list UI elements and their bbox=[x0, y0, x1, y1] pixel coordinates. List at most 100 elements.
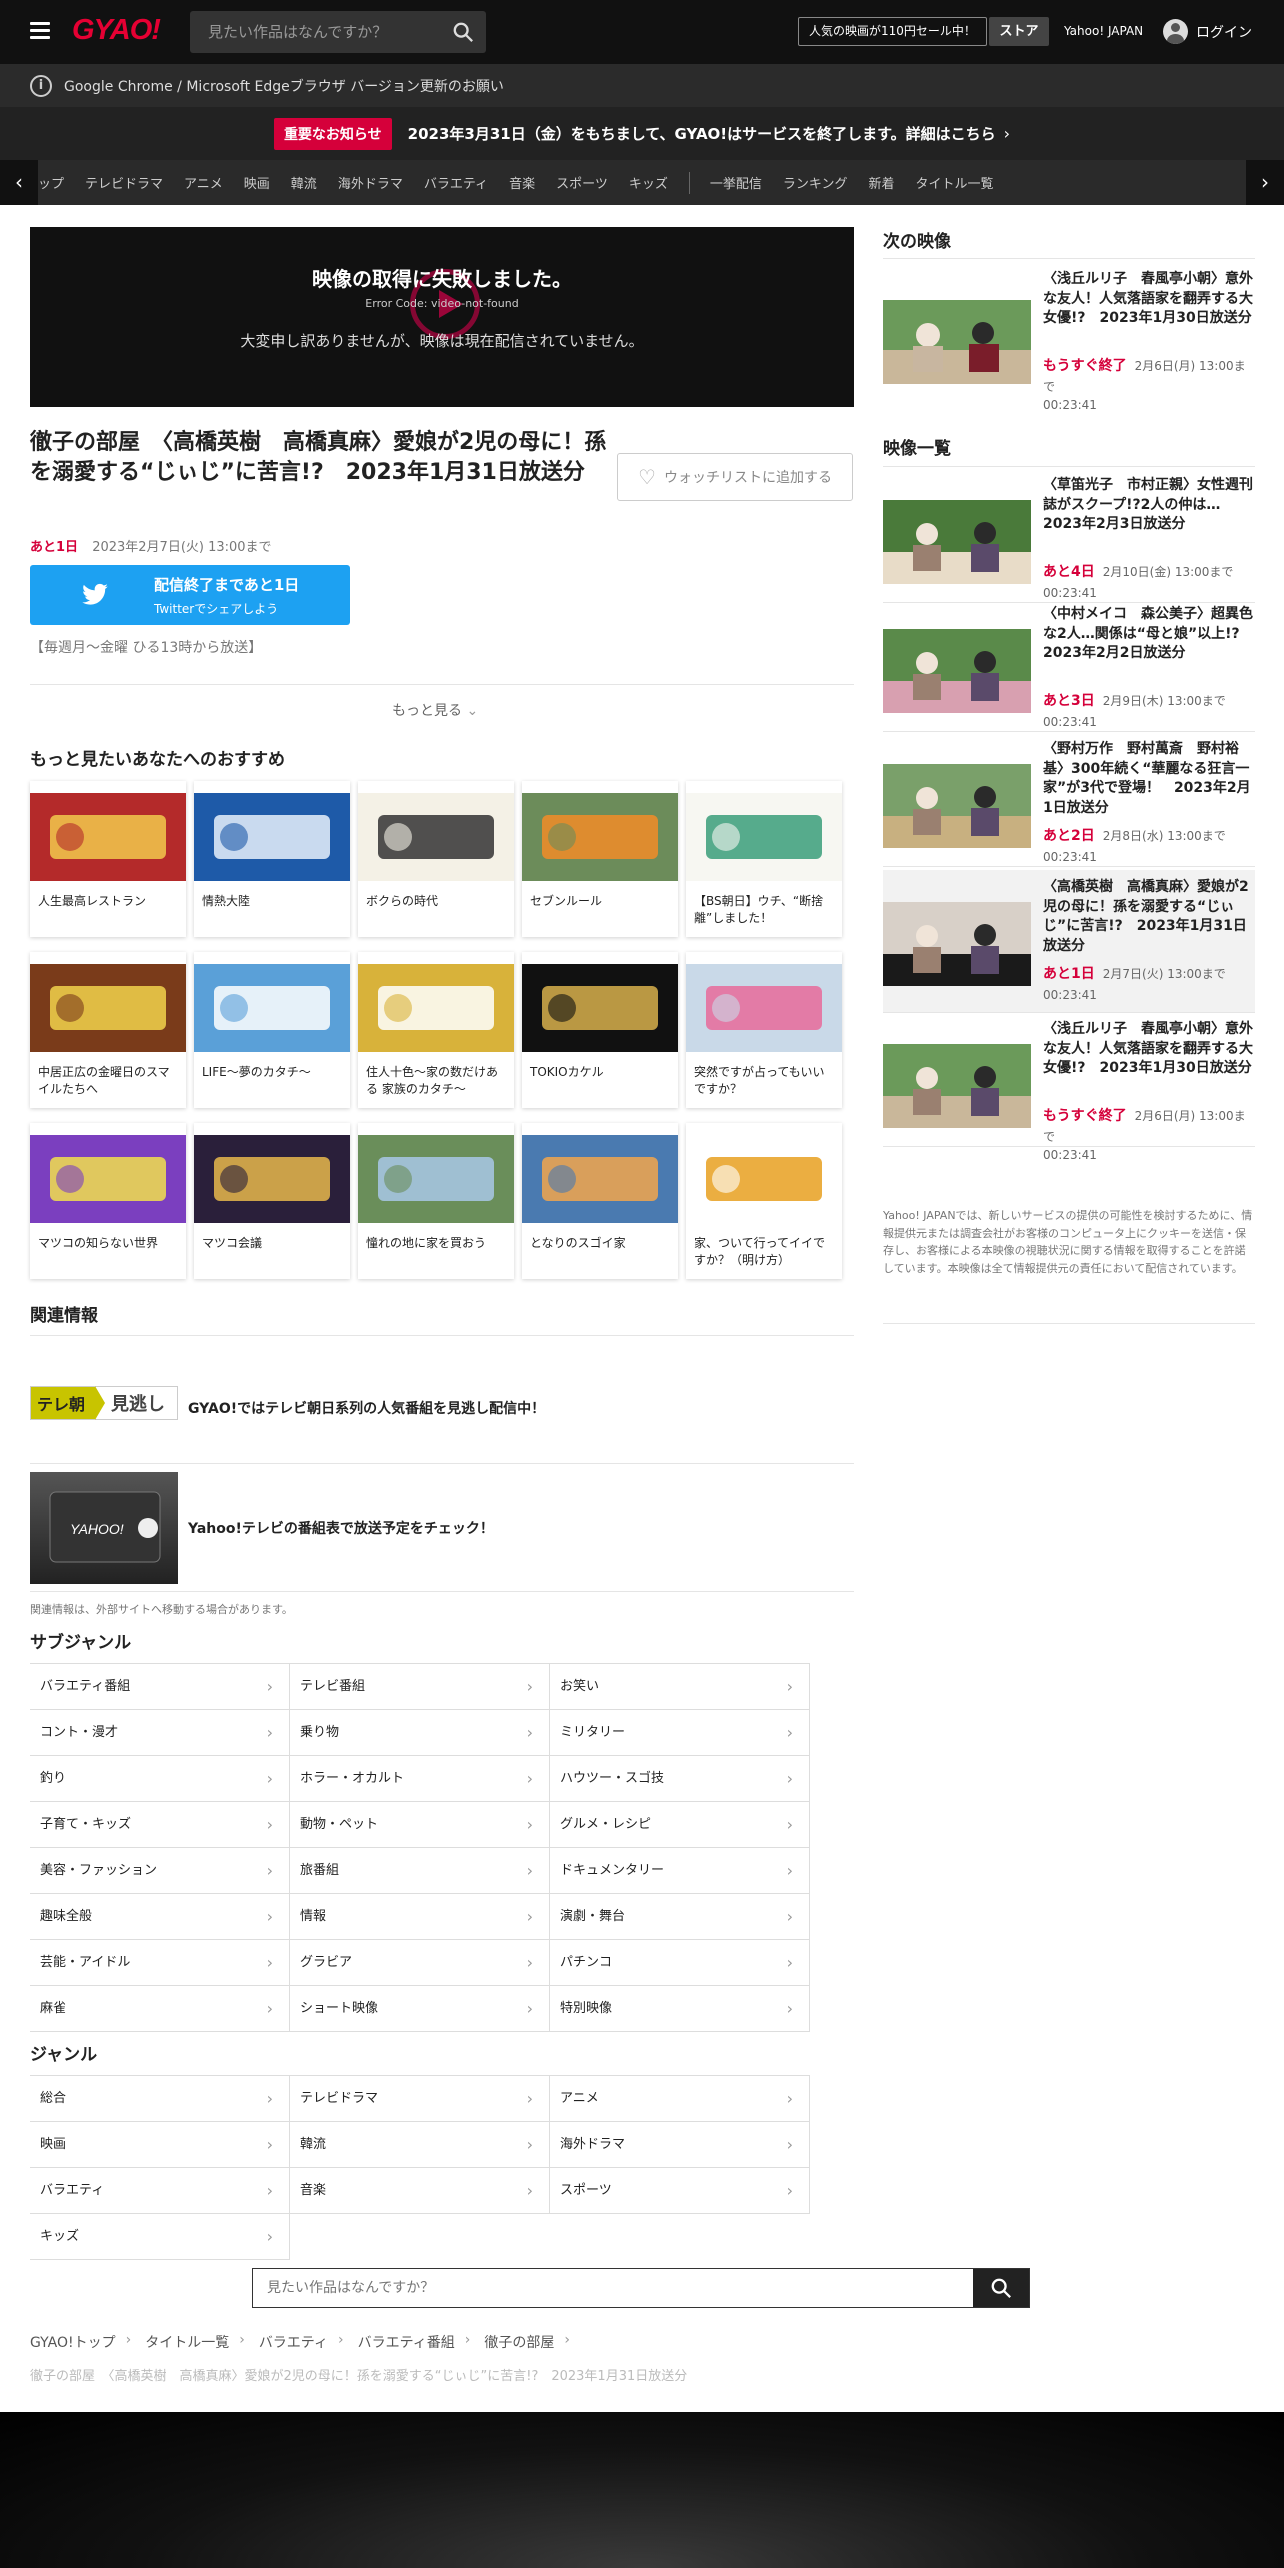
category-item[interactable]: キッズ bbox=[629, 173, 668, 192]
breadcrumb-link[interactable]: GYAO!トップ bbox=[30, 2332, 116, 2352]
recommend-card[interactable]: 【BS朝日】ウチ、“断捨離”しました！ bbox=[686, 781, 842, 937]
category-item[interactable]: アニメ bbox=[184, 173, 223, 192]
more-button[interactable]: もっと見る ⌄ bbox=[392, 700, 478, 720]
category-item[interactable]: ランキング bbox=[783, 173, 848, 192]
yahoo-japan-link[interactable]: Yahoo! JAPAN bbox=[1064, 24, 1143, 38]
search-icon[interactable] bbox=[452, 21, 474, 43]
related-item[interactable]: YAHOO! Yahoo!テレビの番組表で放送予定をチェック！ bbox=[30, 1472, 854, 1584]
watchlist-button[interactable]: ♡ ウォッチリストに追加する bbox=[617, 453, 853, 501]
subgenre-link[interactable]: グラビア › bbox=[290, 1940, 550, 1986]
subgenre-link[interactable]: ドキュメンタリー › bbox=[550, 1848, 810, 1894]
genre-link[interactable]: 総合 › bbox=[30, 2076, 290, 2122]
chevron-right-icon: › bbox=[786, 1769, 793, 1788]
category-item[interactable]: ップ bbox=[38, 173, 64, 192]
breadcrumb-link[interactable]: バラエティ番組 bbox=[358, 2332, 455, 2352]
nav-prev-icon[interactable]: ‹ bbox=[0, 160, 38, 205]
subgenre-link[interactable]: コント・漫才 › bbox=[30, 1710, 290, 1756]
category-nav: ‹ ップ テレビドラマ アニメ 映画 韓流 海外ドラマ バラエティ 音楽 スポーツ キッズ 一挙配信… bbox=[0, 160, 1284, 205]
breadcrumb-link[interactable]: タイトル一覧 bbox=[145, 2332, 229, 2352]
recommend-card[interactable]: 突然ですが占ってもいいですか？ bbox=[686, 952, 842, 1108]
genre-link[interactable]: 映画 › bbox=[30, 2122, 290, 2168]
subgenre-link[interactable]: 趣味全般 › bbox=[30, 1894, 290, 1940]
breadcrumb-link[interactable]: バラエティ bbox=[259, 2332, 328, 2352]
chevron-right-icon: › bbox=[786, 2135, 793, 2154]
video-player[interactable]: 映像の取得に失敗しました。 Error Code: video-not-foun… bbox=[30, 227, 854, 407]
category-item[interactable]: スポーツ bbox=[556, 173, 608, 192]
genre-link[interactable]: スポーツ › bbox=[550, 2168, 810, 2214]
recommend-card[interactable]: となりのスゴイ家 bbox=[522, 1123, 678, 1279]
genre-link[interactable]: 音楽 › bbox=[290, 2168, 550, 2214]
subgenre-link[interactable]: 特別映像 › bbox=[550, 1986, 810, 2032]
subgenre-link[interactable]: 情報 › bbox=[290, 1894, 550, 1940]
subgenre-link[interactable]: 美容・ファッション › bbox=[30, 1848, 290, 1894]
recommend-card[interactable]: 人生最高レストラン bbox=[30, 781, 186, 937]
genre-link[interactable]: アニメ › bbox=[550, 2076, 810, 2122]
subgenre-link[interactable]: 演劇・舞台 › bbox=[550, 1894, 810, 1940]
subgenre-link[interactable]: パチンコ › bbox=[550, 1940, 810, 1986]
category-item[interactable]: タイトル一覧 bbox=[916, 173, 994, 192]
twitter-share-button[interactable]: 配信終了まであと1日 Twitterでシェアしよう bbox=[30, 565, 350, 625]
video-thumbnail bbox=[883, 1044, 1031, 1128]
subgenre-link[interactable]: バラエティ番組 › bbox=[30, 1664, 290, 1710]
recommend-card[interactable]: TOKIOカケル bbox=[522, 952, 678, 1108]
category-item[interactable]: 映画 bbox=[244, 173, 270, 192]
subgenre-link[interactable]: ミリタリー › bbox=[550, 1710, 810, 1756]
category-item[interactable]: バラエティ bbox=[424, 173, 488, 192]
subgenre-link[interactable]: グルメ・レシピ › bbox=[550, 1802, 810, 1848]
subgenre-link[interactable]: ホラー・オカルト › bbox=[290, 1756, 550, 1802]
breadcrumb-link[interactable]: 徹子の部屋 bbox=[484, 2332, 554, 2352]
related-item[interactable]: テレ朝 見逃し GYAO!ではテレビ朝日系列の人気番組を見逃し配信中！ bbox=[30, 1352, 854, 1464]
bottom-search-input[interactable] bbox=[253, 2269, 974, 2307]
recommend-card[interactable]: 情熱大陸 bbox=[194, 781, 350, 937]
bottom-search-button[interactable] bbox=[973, 2269, 1029, 2307]
divider bbox=[30, 684, 854, 685]
category-item[interactable]: 海外ドラマ bbox=[338, 173, 403, 192]
recommend-card[interactable]: セブンルール bbox=[522, 781, 678, 937]
genre-link[interactable]: 海外ドラマ › bbox=[550, 2122, 810, 2168]
recommend-card[interactable]: 憧れの地に家を買おう bbox=[358, 1123, 514, 1279]
genre-link[interactable]: バラエティ › bbox=[30, 2168, 290, 2214]
subgenre-link[interactable]: 麻雀 › bbox=[30, 1986, 290, 2032]
category-item[interactable]: 音楽 bbox=[509, 173, 535, 192]
subgenre-link[interactable]: 芸能・アイドル › bbox=[30, 1940, 290, 1986]
recommend-card[interactable]: マツコ会議 bbox=[194, 1123, 350, 1279]
login-button[interactable]: ログイン bbox=[1163, 19, 1252, 44]
subgenre-link[interactable]: 動物・ペット › bbox=[290, 1802, 550, 1848]
recommend-card[interactable]: マツコの知らない世界 bbox=[30, 1123, 186, 1279]
browser-notice[interactable]: i Google Chrome / Microsoft Edgeブラウザ バージ… bbox=[0, 64, 1284, 107]
subgenre-link[interactable]: ハウツー・スゴ技 › bbox=[550, 1756, 810, 1802]
subgenre-label: 麻雀 bbox=[40, 2001, 67, 2016]
subgenre-link[interactable]: 子育て・キッズ › bbox=[30, 1802, 290, 1848]
recommend-card[interactable]: ボクらの時代 bbox=[358, 781, 514, 937]
chevron-right-icon: › bbox=[526, 1953, 533, 1972]
promo-button[interactable]: 人気の映画が110円セール中！ bbox=[798, 17, 987, 46]
subgenre-label: ミリタリー bbox=[560, 1725, 626, 1740]
recommend-title: 情熱大陸 bbox=[202, 894, 251, 908]
recommend-card[interactable]: LIFE～夢のカタチ～ bbox=[194, 952, 350, 1108]
genre-link[interactable]: 韓流 › bbox=[290, 2122, 550, 2168]
subgenre-link[interactable]: 乗り物 › bbox=[290, 1710, 550, 1756]
video-list-item[interactable]: 〈高橋英樹 高橋真麻〉愛娘が2児の母に！孫を溺愛する“じぃじ”に苦言!? 202… bbox=[883, 870, 1255, 1012]
store-button[interactable]: ストア bbox=[989, 17, 1049, 46]
subgenre-link[interactable]: ショート映像 › bbox=[290, 1986, 550, 2032]
gyao-logo[interactable]: GYAO! bbox=[72, 14, 161, 47]
recommend-card[interactable]: 中居正広の金曜日のスマイルたちへ bbox=[30, 952, 186, 1108]
category-item[interactable]: 韓流 bbox=[291, 173, 317, 192]
recommend-card[interactable]: 住人十色～家の数だけある 家族のカタチ～ bbox=[358, 952, 514, 1108]
important-notice[interactable]: 重要なお知らせ 2023年3月31日（金）をもちまして、GYAO!はサービスを終… bbox=[0, 107, 1284, 160]
subgenre-link[interactable]: 旅番組 › bbox=[290, 1848, 550, 1894]
category-item[interactable]: テレビドラマ bbox=[85, 173, 163, 192]
genre-link[interactable]: テレビドラマ › bbox=[290, 2076, 550, 2122]
recommend-card[interactable]: 家、ついて行ってイイですか？（明け方） bbox=[686, 1123, 842, 1279]
divider bbox=[883, 1146, 1255, 1147]
episode-title: 徹子の部屋 〈高橋英樹 高橋真麻〉愛娘が2児の母に！孫を溺愛する“じぃじ”に苦言… bbox=[30, 430, 607, 485]
subgenre-link[interactable]: テレビ番組 › bbox=[290, 1664, 550, 1710]
search-input[interactable] bbox=[190, 23, 430, 41]
nav-next-icon[interactable]: › bbox=[1246, 160, 1284, 205]
category-item[interactable]: 一挙配信 bbox=[710, 173, 762, 192]
subgenre-link[interactable]: お笑い › bbox=[550, 1664, 810, 1710]
subgenre-link[interactable]: 釣り › bbox=[30, 1756, 290, 1802]
menu-icon[interactable] bbox=[30, 22, 50, 40]
genre-link[interactable]: キッズ › bbox=[30, 2214, 290, 2260]
category-item[interactable]: 新着 bbox=[868, 173, 894, 192]
